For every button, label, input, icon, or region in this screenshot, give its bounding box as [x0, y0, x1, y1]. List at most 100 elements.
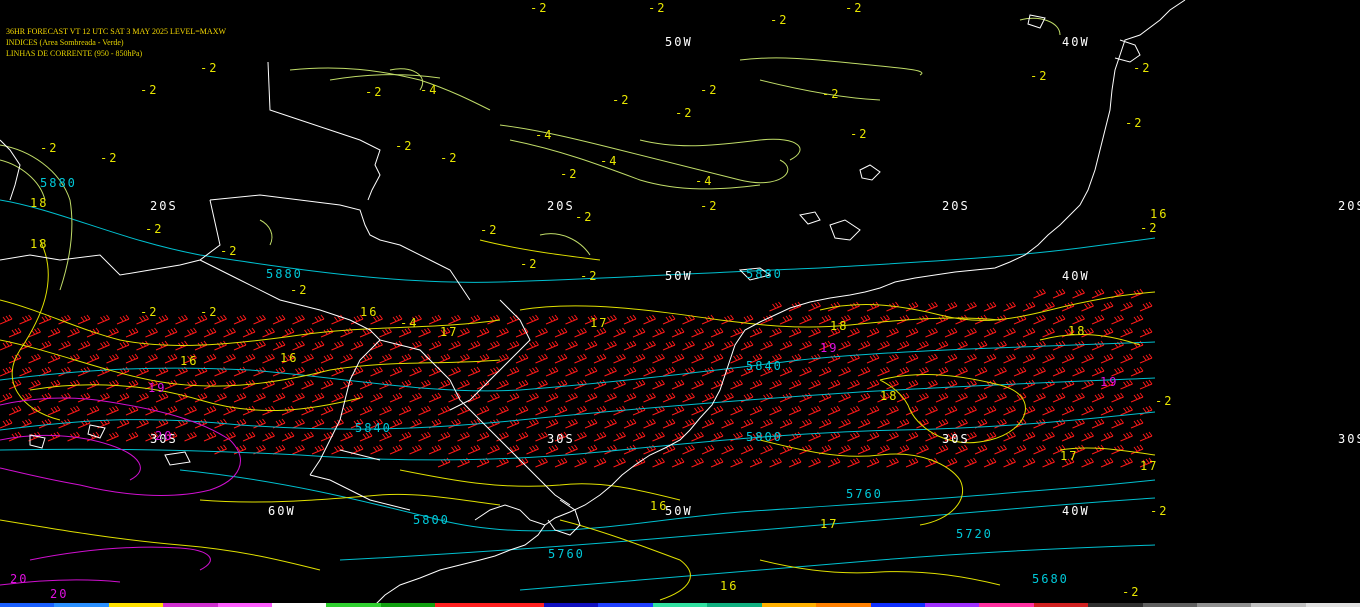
color-bar-swatch — [272, 603, 327, 607]
height-label: 5720 — [956, 527, 993, 541]
color-bar-swatch — [598, 603, 653, 607]
index-label: -2 — [700, 83, 718, 97]
index-label: -4 — [600, 154, 618, 168]
index-label: -4 — [695, 174, 713, 188]
index-label: -2 — [845, 1, 863, 15]
index-label: -2 — [100, 151, 118, 165]
index-label: 17 — [1140, 459, 1158, 473]
index-label: -2 — [1155, 394, 1173, 408]
color-bar-swatch — [163, 603, 218, 607]
height-label: 5840 — [746, 359, 783, 373]
color-bar-swatch — [1251, 603, 1306, 607]
weather-forecast-map: 50W40W20S20S20S20S50W40W30S30S30S30S60W5… — [0, 0, 1360, 607]
color-bar-swatch — [816, 603, 871, 607]
grid-label: 40W — [1062, 35, 1090, 49]
color-bar-swatch — [707, 603, 762, 607]
index-label: -2 — [560, 167, 578, 181]
index-label: -2 — [520, 257, 538, 271]
grid-label: 40W — [1062, 269, 1090, 283]
color-bar-swatch — [54, 603, 109, 607]
index-label: -2 — [1125, 116, 1143, 130]
index-label: -2 — [480, 223, 498, 237]
index-label: 19 — [820, 341, 838, 355]
index-label: -2 — [440, 151, 458, 165]
color-bar-swatch — [435, 603, 490, 607]
color-bar-swatch — [326, 603, 381, 607]
grid-label: 30S — [942, 432, 970, 446]
height-label: 5800 — [413, 513, 450, 527]
index-label: -2 — [200, 61, 218, 75]
index-label: 18 — [30, 237, 48, 251]
color-bar-swatch — [761, 603, 817, 607]
height-label: 5680 — [1032, 572, 1069, 586]
height-label: 5880 — [40, 176, 77, 190]
height-label: 5800 — [746, 430, 783, 444]
index-label: -4 — [535, 128, 553, 142]
color-bar-swatch — [1196, 603, 1252, 607]
index-label: 16 — [180, 354, 198, 368]
color-bar-swatch — [380, 603, 436, 607]
index-label: -2 — [1122, 585, 1140, 599]
index-label: 20 — [155, 429, 173, 443]
color-bar-swatch — [0, 603, 55, 607]
grid-label: 20S — [1338, 199, 1360, 213]
index-label: 17 — [440, 325, 458, 339]
index-label: 19 — [1100, 375, 1118, 389]
grid-label: 30S — [547, 432, 575, 446]
index-label: 16 — [280, 351, 298, 365]
grid-label: 60W — [268, 504, 296, 518]
index-label: 18 — [880, 389, 898, 403]
grid-label: 20S — [150, 199, 178, 213]
index-label: 16 — [650, 499, 668, 513]
color-bar-swatch — [652, 603, 708, 607]
color-bar-swatch — [924, 603, 980, 607]
index-label: -2 — [365, 85, 383, 99]
index-label: -2 — [145, 222, 163, 236]
index-label: -2 — [822, 87, 840, 101]
index-label: 17 — [1060, 449, 1078, 463]
color-bar-swatch — [1305, 603, 1360, 607]
index-label: -2 — [850, 127, 868, 141]
index-label: -4 — [420, 83, 438, 97]
height-label: 5880 — [746, 267, 783, 281]
color-bar-swatch — [979, 603, 1034, 607]
grid-label: 50W — [665, 269, 693, 283]
index-label: 17 — [590, 316, 608, 330]
grid-label: 20S — [942, 199, 970, 213]
color-bar-swatch — [1142, 603, 1197, 607]
index-label: 16 — [360, 305, 378, 319]
index-label: -2 — [675, 106, 693, 120]
color-bar — [0, 603, 1360, 607]
index-label: 18 — [830, 319, 848, 333]
color-bar-swatch — [870, 603, 925, 607]
grid-label: 50W — [665, 504, 693, 518]
index-label: -2 — [200, 305, 218, 319]
index-label: -2 — [530, 1, 548, 15]
index-label: -2 — [1140, 221, 1158, 235]
index-label: -2 — [140, 305, 158, 319]
color-bar-swatch — [1088, 603, 1143, 607]
grid-label: 50W — [665, 35, 693, 49]
color-bar-swatch — [544, 603, 599, 607]
index-label: 18 — [1068, 324, 1086, 338]
index-label: -2 — [612, 93, 630, 107]
grid-label: 40W — [1062, 504, 1090, 518]
index-label: 16 — [720, 579, 738, 593]
index-label: -2 — [575, 210, 593, 224]
index-label: 17 — [820, 517, 838, 531]
color-bar-swatch — [489, 603, 545, 607]
index-label: -2 — [290, 283, 308, 297]
index-label: -2 — [580, 269, 598, 283]
index-label: -2 — [1150, 504, 1168, 518]
index-label: -2 — [770, 13, 788, 27]
legend-line-streamlines: LINHAS DE CORRENTE (950 - 850hPa) — [6, 49, 143, 58]
color-bar-swatch — [1033, 603, 1089, 607]
index-label: 16 — [1150, 207, 1168, 221]
grid-label: 30S — [1338, 432, 1360, 446]
index-label: -2 — [1030, 69, 1048, 83]
index-label: -2 — [648, 1, 666, 15]
index-label: 20 — [10, 572, 28, 586]
index-label: -2 — [700, 199, 718, 213]
index-label: -2 — [140, 83, 158, 97]
grid-label: 20S — [547, 199, 575, 213]
